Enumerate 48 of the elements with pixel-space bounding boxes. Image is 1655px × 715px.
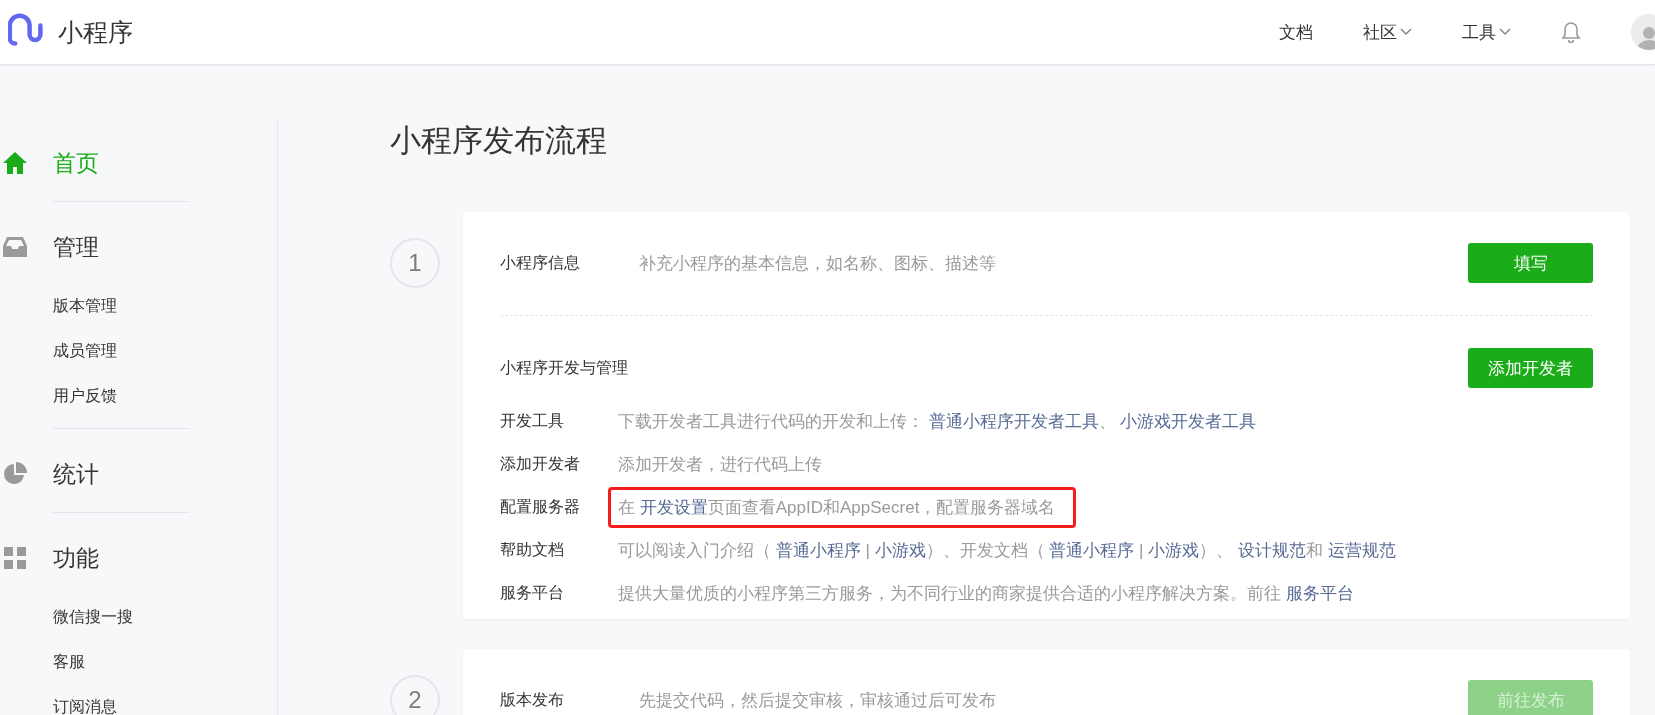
step-description: 补充小程序的基本信息，如名称、图标、描述等 [639, 252, 996, 275]
nav-link[interactable]: 工具 [1462, 20, 1511, 44]
text-link[interactable]: 小游戏开发者工具 [1120, 412, 1257, 431]
sidebar-item[interactable]: 成员管理 [0, 328, 277, 373]
text-link[interactable]: 普通小程序开发者工具 [928, 412, 1099, 431]
row-description: 下载开发者工具进行代码的开发和上传： 普通小程序开发者工具、 小游戏开发者工具 [618, 411, 1257, 433]
step-label: 小程序信息 [500, 252, 581, 273]
sidebar-item[interactable]: 微信搜一搜 [0, 594, 277, 639]
action-button[interactable]: 添加开发者 [1468, 348, 1593, 388]
home-icon [1, 151, 28, 175]
sidebar-heading[interactable]: 管理 [0, 223, 277, 271]
inbox-icon [2, 236, 27, 258]
highlighted-description: 在 开发设置页面查看AppID和AppSecret，配置服务器域名 [608, 487, 1077, 528]
text-link[interactable]: 普通小程序 [775, 541, 861, 560]
row-description: 提供大量优质的小程序第三方服务，为不同行业的商家提供合适的小程序解决方案。前往 服务平台 [618, 583, 1354, 605]
text-link[interactable]: 运营规范 [1327, 541, 1396, 560]
row-label: 配置服务器 [500, 497, 581, 517]
text-link[interactable]: 小游戏 [874, 541, 926, 560]
text-link[interactable]: 开发设置 [639, 498, 708, 517]
sidebar-item[interactable]: 版本管理 [0, 283, 277, 328]
page-title: 小程序发布流程 [390, 122, 608, 160]
pie-chart-icon [2, 462, 27, 486]
step-label: 版本发布 [500, 689, 565, 710]
sidebar-item[interactable]: 用户反馈 [0, 373, 277, 418]
sidebar-heading[interactable]: 统计 [0, 450, 277, 498]
text-link[interactable]: 普通小程序 [1049, 541, 1135, 560]
brand-name: 小程序 [58, 16, 133, 48]
step-description: 先提交代码，然后提交审核，审核通过后可发布 [639, 689, 996, 712]
bell-icon[interactable] [1561, 21, 1581, 43]
grid-icon [3, 547, 26, 569]
sidebar-heading[interactable]: 功能 [0, 534, 277, 582]
step-number: 1 [390, 238, 440, 288]
row-label: 服务平台 [500, 583, 565, 603]
row-description: 可以阅读入门介绍（ 普通小程序 | 小游戏）、开发文档（ 普通小程序 | 小游戏）、 设计规范和 运营规范 [618, 540, 1396, 562]
nav-link[interactable]: 文档 [1279, 20, 1313, 44]
row-label: 添加开发者 [500, 454, 581, 474]
row-description: 添加开发者，进行代码上传 [618, 454, 822, 476]
row-label: 开发工具 [500, 411, 565, 431]
text-link[interactable]: 小游戏 [1148, 541, 1200, 560]
nav-link[interactable]: 社区 [1363, 20, 1412, 44]
row-label: 帮助文档 [500, 540, 565, 560]
text-link[interactable]: 服务平台 [1285, 584, 1354, 603]
section-title: 小程序开发与管理 [500, 357, 628, 378]
step-number: 2 [390, 675, 440, 715]
sidebar-item[interactable]: 订阅消息 [0, 684, 277, 715]
text-link[interactable]: 设计规范 [1237, 541, 1306, 560]
sidebar-item[interactable]: 客服 [0, 639, 277, 684]
action-button[interactable]: 填写 [1468, 243, 1593, 283]
